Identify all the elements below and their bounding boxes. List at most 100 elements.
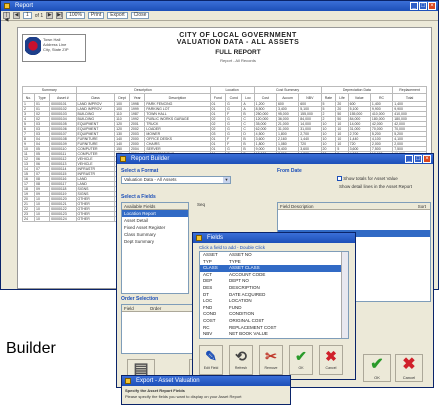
- format-select-value: Valuation Data - All Assets: [124, 177, 177, 182]
- column-header: NBV: [298, 93, 322, 102]
- field-list-item[interactable]: DEP DEPT NO: [200, 278, 348, 285]
- group-header: Description: [75, 86, 211, 94]
- available-field-item[interactable]: Location Report: [122, 210, 188, 217]
- page-number-input[interactable]: 1: [23, 12, 32, 19]
- field-list-item[interactable]: ASSET ASSET NO: [200, 252, 348, 259]
- export-window-title: Export - Asset Valuation: [136, 378, 200, 384]
- order-columns-header: Field Order: [122, 305, 196, 312]
- picker-button-label: Remove: [264, 366, 278, 370]
- last-page-button[interactable]: ▶|: [56, 12, 64, 19]
- column-header: Fund: [209, 93, 227, 102]
- picker-cancel-button[interactable]: ✖ Cancel: [319, 345, 343, 375]
- column-header: Cond: [225, 93, 243, 102]
- field-list[interactable]: ASSET ASSET NO TYP TYPE CLASS ASSET CLASS ACT A…: [199, 251, 349, 339]
- builder-maximize-button[interactable]: □: [414, 155, 422, 163]
- maximize-button[interactable]: □: [419, 2, 427, 10]
- column-header: Asset #: [49, 93, 77, 102]
- export-line-2: Please specify the fields you want to di…: [125, 394, 242, 399]
- minimize-button[interactable]: _: [410, 2, 418, 10]
- field-code: DT: [203, 291, 209, 297]
- picker-edit-field-button[interactable]: ✎ Edit Field: [199, 345, 223, 375]
- report-window-title: Report: [15, 3, 34, 9]
- field-list-item[interactable]: COST ORIGINAL COST: [200, 318, 348, 325]
- field-list-item[interactable]: NBV NET BOOK VALUE: [200, 331, 348, 338]
- available-fields-list[interactable]: Available Fields Location Report Asset De…: [121, 202, 189, 294]
- column-header: RC: [369, 93, 394, 102]
- field-list-item[interactable]: RC REPLACEMENT COST: [200, 325, 348, 332]
- field-code: RC: [203, 324, 210, 330]
- report-header-box: Town Hall Address Line City, State ZIP: [22, 34, 86, 62]
- builder-caption: Builder: [6, 340, 56, 357]
- close-report-button[interactable]: Close: [130, 12, 150, 19]
- available-field-item[interactable]: Dept Summary: [122, 238, 188, 245]
- picker-refresh-button[interactable]: ⟲ Refresh: [229, 345, 253, 375]
- report-title-3: FULL REPORT: [215, 49, 261, 56]
- builder-minimize-button[interactable]: _: [405, 155, 413, 163]
- page-of-label: of 1: [34, 12, 44, 19]
- builder-titlebar: Report Builder _ □ ×: [117, 154, 433, 164]
- field-code: TYP: [203, 258, 212, 264]
- close-button[interactable]: ×: [428, 2, 436, 10]
- order-selection-list[interactable]: Field Order: [121, 304, 197, 354]
- format-select[interactable]: Valuation Data - All Assets ▼: [121, 176, 231, 184]
- field-description: ASSET NO: [229, 252, 252, 257]
- picker-app-icon: [196, 235, 202, 241]
- column-header-row: No. Type Asset # Class Dept Year Description Fu…: [21, 93, 427, 102]
- show-totals-label: Show totals for Asset Value: [343, 176, 398, 181]
- field-description: DATE ACQUIRED: [229, 291, 266, 297]
- show-totals-checkbox[interactable]: [337, 176, 342, 182]
- first-page-button[interactable]: |◀: [3, 12, 10, 23]
- print-button[interactable]: Print: [87, 12, 105, 19]
- order-col-field: Field: [124, 306, 134, 311]
- available-fields-header: Available Fields: [122, 203, 188, 210]
- field-code: ACT: [203, 271, 212, 277]
- select-format-label: Select a Format: [121, 168, 159, 174]
- field-code: DES: [203, 284, 213, 290]
- picker-ok-button[interactable]: ✔ OK: [289, 345, 313, 375]
- group-header: Cost Summary: [253, 86, 322, 94]
- prev-page-button[interactable]: ◀: [13, 12, 20, 19]
- column-header: No.: [21, 93, 36, 102]
- builder-ok-label: OK: [374, 375, 380, 380]
- field-code: LOC: [203, 298, 213, 304]
- picker-remove-button[interactable]: ✂ Remove: [259, 345, 283, 375]
- field-list-item[interactable]: DES DESCRIPTION: [200, 285, 348, 292]
- field-list-item[interactable]: FND FUND: [200, 305, 348, 312]
- field-description: REPLACEMENT COST: [229, 324, 277, 330]
- column-header: Accum: [275, 93, 300, 102]
- field-list-item[interactable]: LOC LOCATION: [200, 298, 348, 305]
- x-cancel-icon: ✖: [402, 356, 416, 373]
- field-description: DEPT NO: [229, 278, 249, 284]
- field-list-scrollbar[interactable]: [341, 252, 348, 338]
- builder-close-button[interactable]: ×: [423, 155, 431, 163]
- seq-header: Seq: [197, 202, 206, 207]
- show-totals-option[interactable]: Show totals for Asset Value: [337, 176, 398, 182]
- export-button[interactable]: Export: [107, 12, 128, 19]
- pencil-icon: ✎: [205, 348, 217, 364]
- available-field-item[interactable]: Class Summary: [122, 231, 188, 238]
- builder-ok-button[interactable]: ✔ OK: [363, 354, 391, 382]
- export-app-icon: [125, 378, 131, 384]
- sort-header: Sort: [417, 204, 426, 209]
- column-header: Rate: [320, 93, 337, 102]
- field-description: ORIGINAL COST: [229, 317, 265, 323]
- builder-cancel-button[interactable]: ✖ Cancel: [395, 354, 423, 382]
- available-field-item[interactable]: Asset Detail: [122, 217, 188, 224]
- city-seal-logo: [25, 37, 41, 59]
- next-page-button[interactable]: ▶: [46, 12, 54, 19]
- export-window-thumbnail: Export - Asset Valuation Specify the Ass…: [121, 375, 291, 405]
- field-list-item[interactable]: TYP TYPE: [200, 259, 348, 266]
- zoom-select[interactable]: 100%: [66, 12, 85, 19]
- field-list-item[interactable]: CLASS ASSET CLASS: [200, 265, 348, 272]
- group-header-row: Summary Description Location Cost Summary De…: [22, 86, 427, 94]
- field-list-item[interactable]: DT DATE ACQUIRED: [200, 292, 348, 299]
- field-list-item[interactable]: ACT ACCOUNT CODE: [200, 272, 348, 279]
- report-title-2: VALUATION DATA - ALL ASSETS: [176, 39, 300, 46]
- field-list-item[interactable]: COND CONDITION: [200, 311, 348, 318]
- report-titles: CITY OF LOCAL GOVERNMENT VALUATION DATA …: [138, 32, 338, 63]
- report-toolbar: |◀ ◀ 1 of 1 ▶ ▶| 100% Print Export Close: [1, 11, 438, 23]
- available-field-item[interactable]: Fixed Asset Register: [122, 224, 188, 231]
- builder-cancel-label: Cancel: [402, 375, 416, 380]
- picker-button-label: OK: [298, 366, 304, 370]
- field-description: ASSET CLASS: [229, 265, 260, 271]
